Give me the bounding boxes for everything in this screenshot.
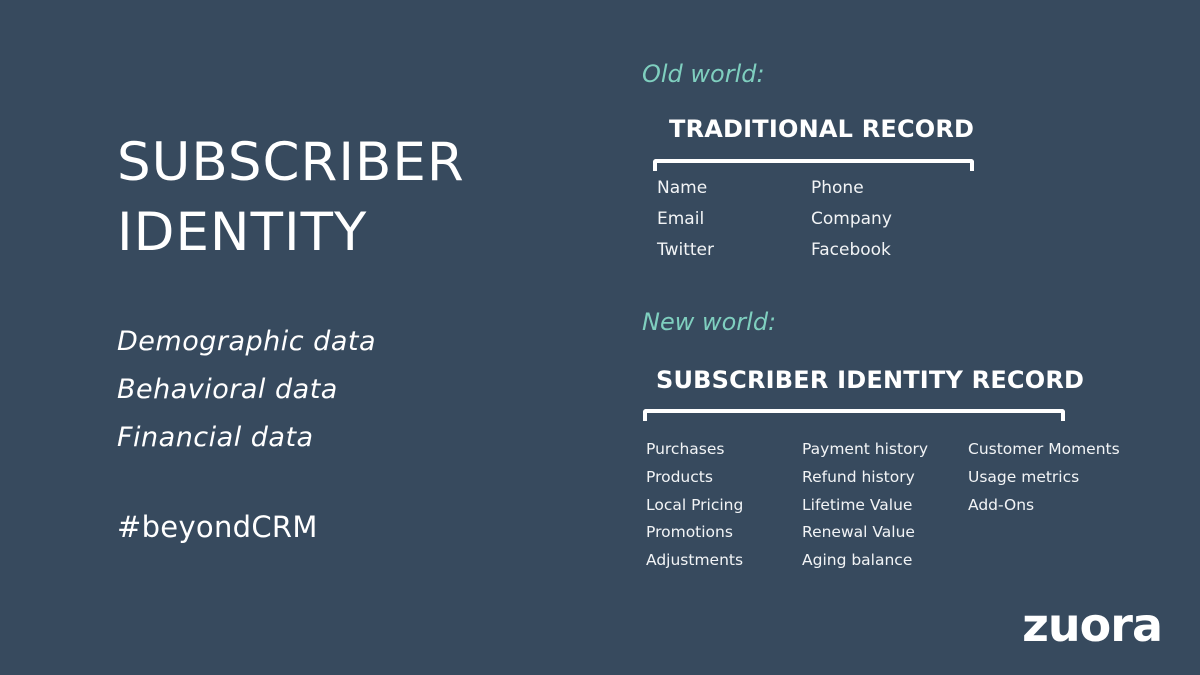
new-world-label: New world: <box>642 308 777 336</box>
old-world-column-1: Name Email Twitter <box>657 173 714 266</box>
record-field: Phone <box>811 178 864 198</box>
record-field: Payment history <box>802 440 929 458</box>
record-field: Twitter <box>657 240 714 260</box>
record-field: Facebook <box>811 240 891 260</box>
subscriber-identity-record-title: SUBSCRIBER IDENTITY RECORD <box>656 366 1085 394</box>
slide-title: SUBSCRIBER IDENTITY <box>117 128 465 268</box>
old-world-column-2: Phone Company Facebook <box>811 173 892 266</box>
title-line: IDENTITY <box>117 202 368 263</box>
traditional-record-bracket <box>653 159 974 171</box>
data-types-list: Demographic data Behavioral data Financi… <box>117 318 376 462</box>
new-world-column-3: Customer Moments Usage metrics Add-Ons <box>968 436 1120 519</box>
record-field: Name <box>657 178 708 198</box>
new-world-column-1: Purchases Products Local Pricing Promoti… <box>646 436 743 575</box>
record-field: Company <box>811 209 892 229</box>
record-field: Refund history <box>802 467 915 486</box>
subscriber-record-bracket <box>643 409 1065 421</box>
record-field: Promotions <box>646 523 733 542</box>
record-field: Adjustments <box>646 551 744 570</box>
record-field: Usage metrics <box>968 467 1080 486</box>
record-field: Products <box>646 467 713 486</box>
traditional-record-title: TRADITIONAL RECORD <box>669 115 975 143</box>
record-field: Email <box>657 209 705 229</box>
record-field: Local Pricing <box>646 495 744 514</box>
record-field: Add-Ons <box>968 495 1035 514</box>
data-type-item: Demographic data <box>117 326 377 357</box>
new-world-column-2: Payment history Refund history Lifetime … <box>802 436 928 575</box>
record-field: Customer Moments <box>968 440 1120 458</box>
zuora-logo: zuora <box>1022 598 1163 652</box>
title-line: SUBSCRIBER <box>117 132 465 193</box>
record-field: Lifetime Value <box>802 495 913 514</box>
hashtag: #beyondCRM <box>117 510 318 544</box>
old-world-label: Old world: <box>642 60 765 88</box>
record-field: Purchases <box>646 440 725 458</box>
record-field: Renewal Value <box>802 523 915 542</box>
record-field: Aging balance <box>802 551 913 570</box>
data-type-item: Financial data <box>117 422 314 453</box>
data-type-item: Behavioral data <box>117 374 338 405</box>
